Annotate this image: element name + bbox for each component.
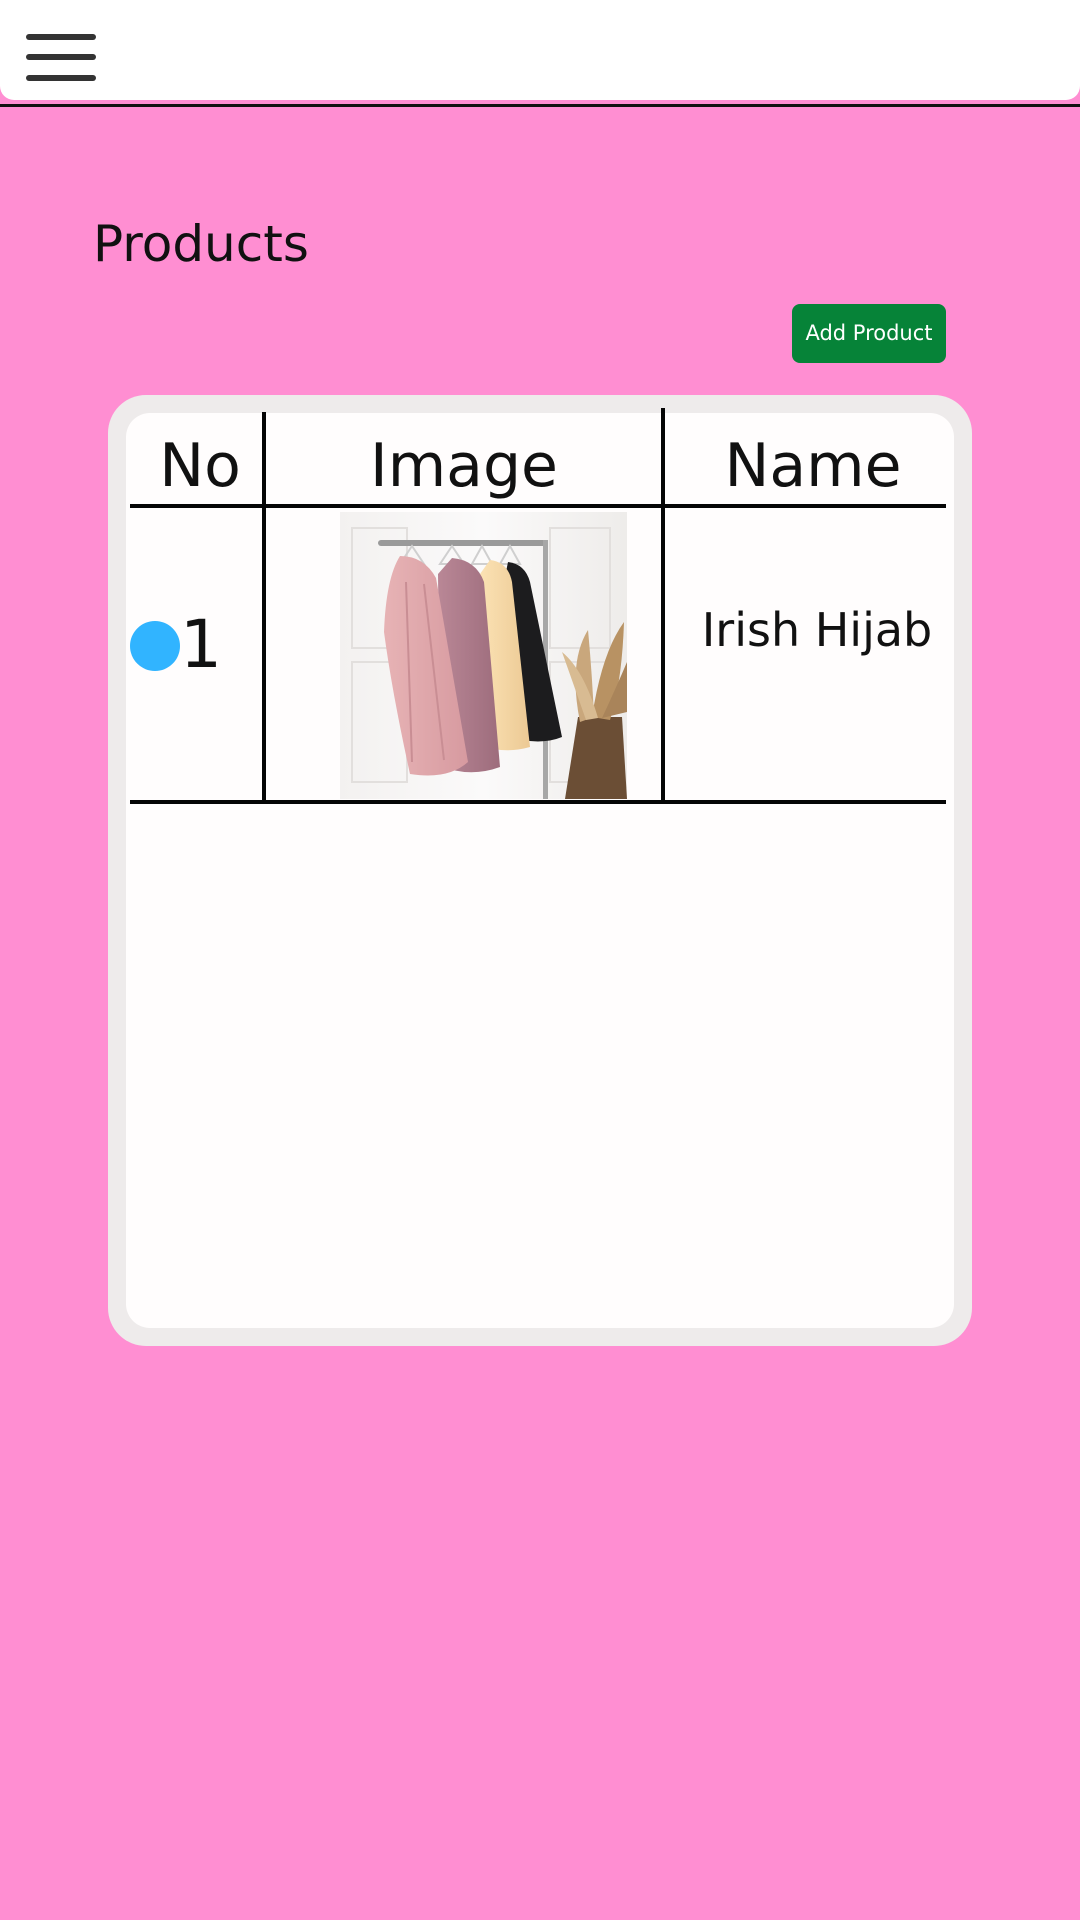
row-divider	[130, 800, 946, 804]
menu-line	[26, 54, 96, 60]
column-divider	[661, 408, 665, 800]
product-image[interactable]	[340, 512, 627, 799]
column-divider	[262, 412, 266, 801]
column-header-no: No	[159, 431, 241, 501]
product-name: Irish Hijab	[701, 603, 933, 657]
header-divider	[130, 504, 946, 508]
page-title: Products	[93, 215, 309, 273]
top-app-bar	[0, 0, 1080, 100]
menu-line	[26, 75, 96, 81]
top-app-bar-divider	[0, 104, 1080, 107]
column-header-name: Name	[724, 431, 902, 501]
status-dot	[130, 621, 180, 671]
menu-line	[26, 34, 96, 40]
add-product-button[interactable]: Add Product	[792, 304, 946, 363]
clothing-rack-image	[340, 512, 627, 799]
row-number: 1	[180, 606, 222, 683]
column-header-image: Image	[370, 431, 558, 501]
hamburger-menu-icon[interactable]	[26, 30, 98, 84]
